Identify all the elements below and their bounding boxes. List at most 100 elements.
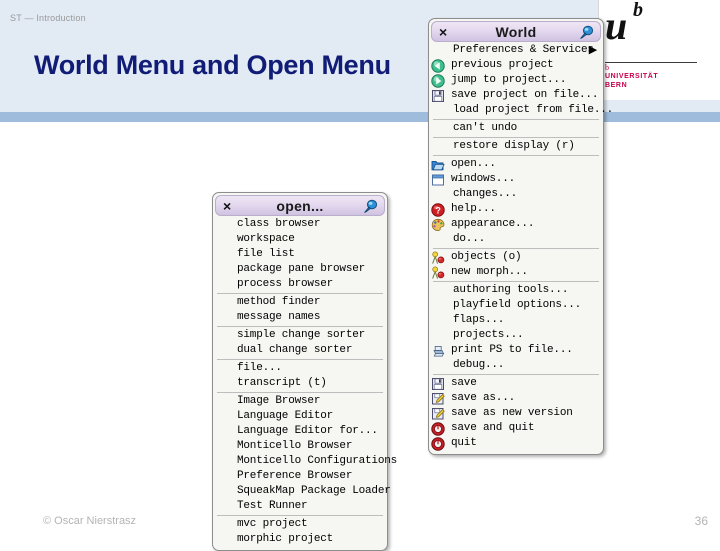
open-menu-separator bbox=[217, 359, 383, 360]
open-menu-window[interactable]: × open... class browser workspace file lis… bbox=[212, 192, 397, 551]
world-menu-item-restore-display-r[interactable]: restore display (r) bbox=[429, 139, 603, 154]
open-menu-item-simple-change-sorter[interactable]: simple change sorter bbox=[213, 328, 387, 343]
world-menu-item-save-as-new-version[interactable]: save as new version bbox=[429, 406, 603, 421]
world-menu-item-label: help... bbox=[451, 203, 496, 215]
world-menu-item-load-project-from-file[interactable]: load project from file... bbox=[429, 103, 613, 118]
open-menu-item-squeakmap-package-loader[interactable]: SqueakMap Package Loader bbox=[213, 484, 391, 499]
world-menu-item-objects-o[interactable]: objects (o) bbox=[429, 250, 603, 265]
world-menu-item-playfield-options[interactable]: playfield options... bbox=[429, 298, 603, 313]
open-menu-item-monticello-configurations[interactable]: Monticello Configurations bbox=[213, 454, 397, 469]
open-menu-item-message-names[interactable]: message names bbox=[213, 310, 387, 325]
world-menu-item-label: debug... bbox=[453, 359, 505, 371]
open-menu-item-mvc-project[interactable]: mvc project bbox=[213, 517, 387, 532]
world-menu-item-debug[interactable]: debug... bbox=[429, 358, 603, 373]
submenu-arrow-icon: ▶ bbox=[588, 45, 597, 57]
logo-line-2: BERN bbox=[605, 82, 628, 89]
world-menu-item-label: changes... bbox=[453, 188, 518, 200]
svg-text:?: ? bbox=[435, 205, 440, 215]
world-menu-item-windows[interactable]: windows... bbox=[429, 172, 603, 187]
world-menu-item-save-as[interactable]: save as... bbox=[429, 391, 603, 406]
world-menu-item-authoring-tools[interactable]: authoring tools... bbox=[429, 283, 603, 298]
world-menu-item-label: flaps... bbox=[453, 314, 505, 326]
open-menu-item-label: process browser bbox=[237, 278, 334, 290]
left-arrow-green-icon bbox=[431, 59, 445, 73]
world-menu-item-label: Preferences & Services bbox=[453, 44, 594, 56]
world-menu-item-quit[interactable]: quit bbox=[429, 436, 603, 451]
open-menu-item-transcript-t[interactable]: transcript (t) bbox=[213, 376, 387, 391]
open-menu-item-label: Preference Browser bbox=[237, 470, 353, 482]
window-icon bbox=[431, 173, 445, 187]
open-menu-item-monticello-browser[interactable]: Monticello Browser bbox=[213, 439, 387, 454]
world-menu-item-projects[interactable]: projects... bbox=[429, 328, 603, 343]
world-menu-item-do[interactable]: do... bbox=[429, 232, 603, 247]
open-menu-item-dual-change-sorter[interactable]: dual change sorter bbox=[213, 343, 387, 358]
world-menu-separator bbox=[433, 248, 599, 249]
world-menu-item-preferences-services[interactable]: Preferences & Services ▶ bbox=[429, 43, 603, 58]
world-menu-item-previous-project[interactable]: previous project bbox=[429, 58, 603, 73]
open-menu-item-label: dual change sorter bbox=[237, 344, 353, 356]
pin-icon[interactable] bbox=[579, 25, 594, 40]
world-menu-item-can-t-undo[interactable]: can't undo bbox=[429, 121, 603, 136]
logo-letter-b: b bbox=[633, 0, 643, 21]
world-menu-separator bbox=[433, 119, 599, 120]
world-menu-item-save-project-on-file[interactable]: save project on file... bbox=[429, 88, 603, 103]
world-menu-item-label: save project on file... bbox=[451, 89, 599, 101]
close-icon[interactable]: × bbox=[439, 24, 447, 40]
open-menu-item-class-browser[interactable]: class browser bbox=[213, 217, 387, 232]
world-menu-item-print-ps-to-file[interactable]: print PS to file... bbox=[429, 343, 603, 358]
world-menu-item-changes[interactable]: changes... bbox=[429, 187, 603, 202]
pin-icon[interactable] bbox=[363, 199, 378, 214]
open-menu-item-label: method finder bbox=[237, 296, 321, 308]
close-icon[interactable]: × bbox=[223, 198, 231, 214]
world-menu-item-open[interactable]: open... bbox=[429, 157, 603, 172]
open-menu-item-label: SqueakMap Package Loader bbox=[237, 485, 391, 497]
open-menu-item-label: class browser bbox=[237, 218, 321, 230]
world-menu-item-label: save as new version bbox=[451, 407, 573, 419]
world-menu-item-new-morph[interactable]: new morph... bbox=[429, 265, 603, 280]
open-menu-item-process-browser[interactable]: process browser bbox=[213, 277, 387, 292]
palette-icon bbox=[431, 218, 445, 232]
world-menu-item-help[interactable]: ? help... bbox=[429, 202, 603, 217]
world-menu-item-label: quit bbox=[451, 437, 477, 449]
open-menu-item-test-runner[interactable]: Test Runner bbox=[213, 499, 387, 514]
world-menu-item-label: previous project bbox=[451, 59, 554, 71]
page-title: World Menu and Open Menu bbox=[34, 50, 391, 80]
world-menu-item-jump-to-project[interactable]: jump to project... bbox=[429, 73, 603, 88]
world-menu-item-flaps[interactable]: flaps... bbox=[429, 313, 603, 328]
open-menu-item-file[interactable]: file... bbox=[213, 361, 387, 376]
open-menu-title: open... bbox=[276, 197, 324, 214]
open-menu-item-label: Language Editor bbox=[237, 410, 334, 422]
world-menu-window[interactable]: × World Preferences & Services ▶ previous … bbox=[428, 18, 613, 455]
open-menu-item-label: Monticello Configurations bbox=[237, 455, 398, 467]
world-menu-separator bbox=[433, 374, 599, 375]
open-menu-item-image-browser[interactable]: Image Browser bbox=[213, 394, 387, 409]
world-menu-item-label: do... bbox=[453, 233, 486, 245]
world-menu-item-label: restore display (r) bbox=[453, 140, 575, 152]
open-menu-item-package-pane-browser[interactable]: package pane browser bbox=[213, 262, 387, 277]
world-menu-item-label: save and quit bbox=[451, 422, 535, 434]
open-menu-item-label: Image Browser bbox=[237, 395, 321, 407]
open-menu-item-preference-browser[interactable]: Preference Browser bbox=[213, 469, 387, 484]
breadcrumb: ST — Introduction bbox=[10, 13, 86, 23]
open-menu-item-label: Monticello Browser bbox=[237, 440, 353, 452]
floppy-disk-icon bbox=[431, 89, 445, 103]
open-menu-item-file-list[interactable]: file list bbox=[213, 247, 387, 262]
open-menu-item-language-editor-for[interactable]: Language Editor for... bbox=[213, 424, 387, 439]
floppy-disk-icon bbox=[431, 377, 445, 391]
world-menu-item-appearance[interactable]: appearance... bbox=[429, 217, 603, 232]
open-menu-item-label: file... bbox=[237, 362, 282, 374]
world-menu-item-label: authoring tools... bbox=[453, 284, 569, 296]
power-red-icon bbox=[431, 437, 445, 451]
open-menu-item-method-finder[interactable]: method finder bbox=[213, 295, 387, 310]
open-menu-item-workspace[interactable]: workspace bbox=[213, 232, 387, 247]
world-menu-item-label: objects (o) bbox=[451, 251, 522, 263]
open-menu-item-label: Test Runner bbox=[237, 500, 308, 512]
logo-line-1: UNIVERSITÄT bbox=[605, 73, 659, 80]
open-menu-item-language-editor[interactable]: Language Editor bbox=[213, 409, 387, 424]
open-menu-item-label: file list bbox=[237, 248, 295, 260]
world-menu-titlebar: × World bbox=[431, 21, 601, 42]
world-menu-item-save-and-quit[interactable]: save and quit bbox=[429, 421, 603, 436]
logo-wordmark: UNIVERSITÄT BERN bbox=[605, 72, 658, 90]
open-menu-item-label: simple change sorter bbox=[237, 329, 366, 341]
world-menu-item-save[interactable]: save bbox=[429, 376, 603, 391]
